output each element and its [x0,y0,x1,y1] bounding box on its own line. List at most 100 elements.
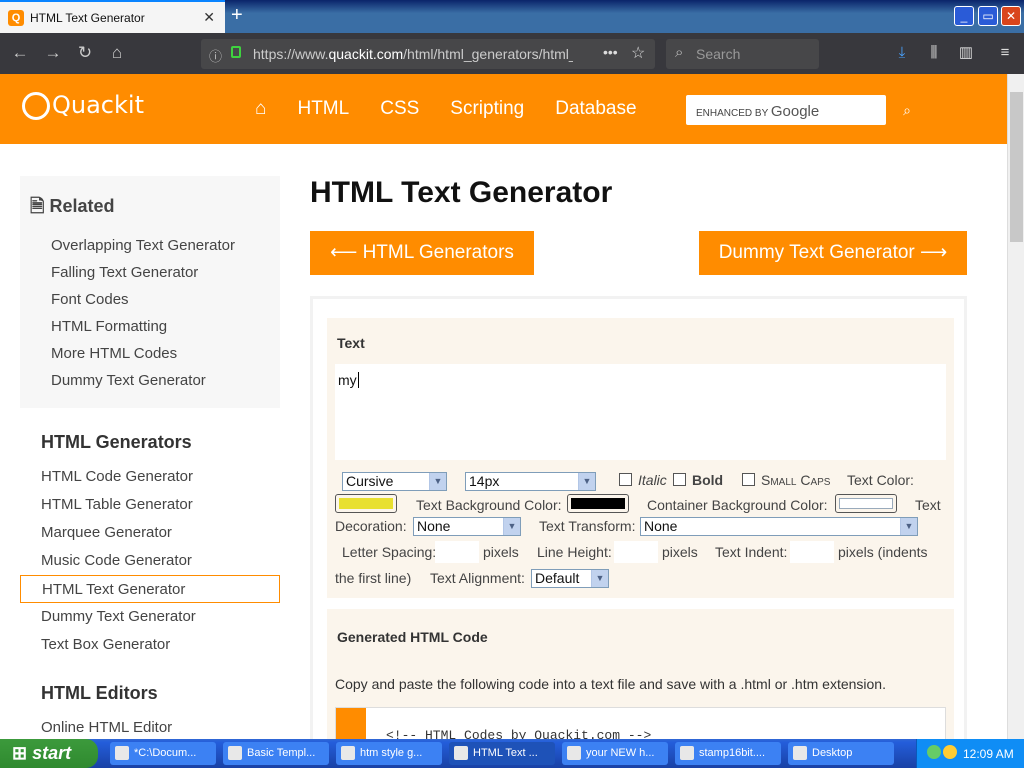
italic-checkbox[interactable] [619,473,632,486]
options-panel: Text my Cursive ▼ 14px ▼ Italic Bold Small… [327,318,954,598]
download-icon[interactable]: ⤓ [892,43,912,63]
transform-label: Text Transform: [539,518,636,534]
generator-link[interactable]: Dummy Text Generator [20,603,280,631]
nav-css[interactable]: CSS [380,98,419,120]
text-indent-input[interactable] [790,541,834,563]
letter-spacing-label: Letter Spacing: [342,544,437,560]
home-icon[interactable]: ⌂ [106,42,128,64]
taskbar-item[interactable]: Desktop [788,742,894,765]
sidebar: 🗎 Related Overlapping Text Generator Fal… [20,176,280,739]
sidebar-toggle-icon[interactable]: ▥ [956,43,976,63]
page-scrollbar[interactable] [1007,74,1024,739]
alignment-select[interactable]: Default ▼ [531,569,609,588]
pixels-label: pixels [662,544,698,560]
nav-database[interactable]: Database [555,98,636,120]
taskbar-item[interactable]: htm style g... [336,742,442,765]
taskbar-item[interactable]: your NEW h... [562,742,668,765]
text-bg-swatch[interactable] [567,494,629,513]
reload-icon[interactable]: ↻ [74,42,96,64]
generator-link-active[interactable]: HTML Text Generator [20,575,280,603]
search-button[interactable]: ⌕ [890,95,924,125]
transform-select[interactable]: None ▼ [640,517,918,536]
editors-heading: HTML Editors [41,683,158,703]
scrollbar-thumb[interactable] [1010,92,1023,242]
bookmark-star-icon[interactable]: ☆ [631,43,645,63]
new-tab-button[interactable]: + [231,4,243,26]
italic-label: Italic [638,472,667,488]
tab-title: HTML Text Generator [30,10,145,25]
next-dummy-text-button[interactable]: Dummy Text Generator ⟶ [699,231,967,275]
line-height-label: Line Height: [537,544,612,560]
code-output[interactable]: <!-- HTML Codes by Quackit.com --> [335,707,946,739]
generator-link[interactable]: Music Code Generator [20,547,280,575]
first-line-label: the first line) [335,570,412,586]
system-tray: 12:09 AM [916,739,1024,768]
library-icon[interactable]: ⫼ [924,43,944,63]
browser-search-input[interactable]: ⌕ Search [666,39,819,69]
taskbar-item[interactable]: *C:\Docum... [110,742,216,765]
font-family-select[interactable]: Cursive ▼ [342,472,447,491]
text-color-label: Text Color: [847,472,914,488]
url-text: https://www.quackit.com/html/html_genera… [253,46,573,62]
quackit-logo[interactable]: Quackit [22,91,144,120]
line-height-input[interactable] [614,541,658,563]
generator-link[interactable]: HTML Table Generator [20,491,280,519]
generator-link[interactable]: Text Box Generator [20,631,280,659]
font-size-select[interactable]: 14px ▼ [465,472,596,491]
browser-toolbar: ← → ↻ ⌂ ⓘ https://www.quackit.com/html/h… [0,33,1024,74]
decoration-select[interactable]: None ▼ [413,517,521,536]
text-color-swatch[interactable] [335,494,397,513]
nav-html[interactable]: HTML [297,98,349,120]
menu-hamburger-icon[interactable]: ≡ [995,43,1015,63]
editor-link[interactable]: Online HTML Editor [20,714,280,739]
clock: 12:09 AM [963,747,1014,761]
prev-generators-button[interactable]: ⟵ HTML Generators [310,231,534,275]
letter-spacing-input[interactable] [435,541,479,563]
generator-link[interactable]: HTML Code Generator [20,463,280,491]
minimize-button[interactable]: _ [954,6,974,26]
pixels-label: pixels [483,544,519,560]
maximize-button[interactable]: ▭ [978,6,998,26]
lock-icon [231,46,241,58]
page-actions-icon[interactable]: ••• [603,44,618,60]
code-text: <!-- HTML Codes by Quackit.com --> [386,728,652,739]
browser-tab[interactable]: Q HTML Text Generator ✕ [0,0,225,33]
generated-code-panel: Generated HTML Code Copy and paste the f… [327,609,954,739]
taskbar-item-active[interactable]: HTML Text ... [449,742,555,765]
search-icon: ⌕ [675,44,684,61]
network-icon[interactable] [927,745,941,759]
bold-label: Bold [692,472,724,488]
url-bar[interactable]: ⓘ https://www.quackit.com/html/html_gene… [201,39,655,69]
related-link[interactable]: Falling Text Generator [30,259,270,286]
web-page: Quackit ⌂ HTML CSS Scripting Database EN… [0,74,1007,739]
small-caps-checkbox[interactable] [742,473,755,486]
tab-close-icon[interactable]: ✕ [203,9,215,26]
taskbar-item[interactable]: Basic Templ... [223,742,329,765]
generated-description: Copy and paste the following code into a… [335,676,886,692]
text-label: Text [337,335,365,351]
bold-checkbox[interactable] [673,473,686,486]
related-link[interactable]: More HTML Codes [30,340,270,367]
generator-link[interactable]: Marquee Generator [20,519,280,547]
related-link[interactable]: HTML Formatting [30,313,270,340]
home-nav-icon[interactable]: ⌂ [255,98,266,120]
text-input[interactable]: my [335,364,946,460]
related-link[interactable]: Overlapping Text Generator [30,232,270,259]
related-link[interactable]: Dummy Text Generator [30,367,270,394]
window-close-button[interactable]: ✕ [1001,6,1021,26]
search-tray-icon[interactable] [943,745,957,759]
forward-arrow-icon[interactable]: → [42,42,64,64]
generators-heading: HTML Generators [41,432,192,452]
page-title: HTML Text Generator [310,176,613,209]
pixels-indents-label: pixels (indents [838,544,928,560]
info-icon[interactable]: ⓘ [209,46,222,65]
taskbar-item[interactable]: stamp16bit.... [675,742,781,765]
back-arrow-icon[interactable]: ← [9,42,31,64]
container-bg-swatch[interactable] [835,494,897,513]
start-button[interactable]: ⊞ start [0,739,98,768]
related-heading: 🗎 Related [30,196,115,216]
nav-scripting[interactable]: Scripting [450,98,524,120]
editors-group: HTML Editors Online HTML Editor [20,683,280,739]
related-link[interactable]: Font Codes [30,286,270,313]
google-search-input[interactable]: ENHANCED BY Google [686,95,886,125]
